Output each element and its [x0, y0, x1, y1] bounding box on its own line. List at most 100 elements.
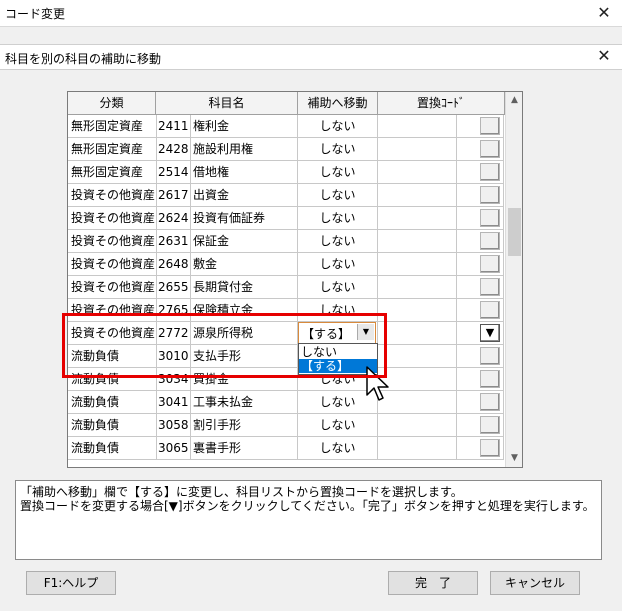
- replace-button-cell: [457, 207, 504, 230]
- close-icon[interactable]: ✕: [594, 3, 614, 23]
- replace-code-cell[interactable]: [378, 184, 457, 207]
- table-row[interactable]: 投資その他資産 2648 敷金 しない: [68, 253, 504, 276]
- chevron-down-icon[interactable]: ▼: [506, 450, 522, 467]
- category-cell: 投資その他資産: [68, 184, 157, 207]
- category-cell: 投資その他資産: [68, 230, 157, 253]
- replace-code-button[interactable]: [480, 416, 500, 434]
- close-icon[interactable]: ✕: [594, 46, 614, 66]
- replace-code-button[interactable]: [480, 301, 500, 319]
- category-cell: 投資その他資産: [68, 253, 157, 276]
- help-button[interactable]: F1:ヘルプ: [26, 571, 116, 595]
- account-name-cell: 施設利用権: [191, 138, 298, 161]
- account-name-cell: 割引手形: [191, 414, 298, 437]
- header-account-name[interactable]: 科目名: [156, 92, 298, 115]
- replace-code-button[interactable]: [480, 439, 500, 457]
- category-cell: 無形固定資産: [68, 138, 157, 161]
- account-name-cell: 保証金: [191, 230, 298, 253]
- move-cell[interactable]: しない: [298, 276, 378, 299]
- account-grid: 分類 科目名 補助へ移動 置換ｺｰﾄﾞ 無形固定資産 2411 権利金 しない 無形固定…: [67, 91, 523, 468]
- replace-code-button[interactable]: [480, 209, 500, 227]
- category-cell: 無形固定資産: [68, 161, 157, 184]
- table-row[interactable]: 流動負債 3058 割引手形 しない: [68, 414, 504, 437]
- replace-code-button[interactable]: [480, 117, 500, 135]
- replace-code-cell[interactable]: [378, 345, 457, 368]
- replace-code-button[interactable]: [480, 347, 500, 365]
- replace-button-cell: [457, 161, 504, 184]
- account-name-cell: 長期貸付金: [191, 276, 298, 299]
- replace-code-cell[interactable]: [378, 322, 457, 345]
- replace-code-cell[interactable]: [378, 138, 457, 161]
- replace-code-cell[interactable]: [378, 207, 457, 230]
- replace-code-button[interactable]: [480, 163, 500, 181]
- dialog-title: 科目を別の科目の補助に移動: [5, 52, 162, 66]
- replace-code-cell[interactable]: [378, 414, 457, 437]
- category-cell: 流動負債: [68, 414, 157, 437]
- replace-button-cell: [457, 368, 504, 391]
- code-cell: 2514: [156, 161, 191, 184]
- header-move-to-sub[interactable]: 補助へ移動: [298, 92, 378, 115]
- move-cell[interactable]: しない: [298, 437, 378, 460]
- cancel-button[interactable]: キャンセル: [490, 571, 580, 595]
- replace-code-cell[interactable]: [378, 299, 457, 322]
- header-replace-code[interactable]: 置換ｺｰﾄﾞ: [378, 92, 505, 115]
- code-cell: 2428: [156, 138, 191, 161]
- move-cell[interactable]: しない: [298, 161, 378, 184]
- code-cell: 2411: [156, 115, 191, 138]
- move-cell[interactable]: しない: [298, 115, 378, 138]
- replace-code-button[interactable]: [480, 140, 500, 158]
- code-cell: 2617: [156, 184, 191, 207]
- table-row[interactable]: 投資その他資産 2655 長期貸付金 しない: [68, 276, 504, 299]
- replace-button-cell: [457, 437, 504, 460]
- move-cell[interactable]: しない: [298, 138, 378, 161]
- replace-button-cell: ▼: [457, 322, 504, 345]
- replace-button-cell: [457, 299, 504, 322]
- replace-code-cell[interactable]: [378, 437, 457, 460]
- replace-code-cell[interactable]: [378, 276, 457, 299]
- grid-scrollbar[interactable]: ▲ ▼: [505, 92, 522, 467]
- replace-code-button[interactable]: [480, 255, 500, 273]
- dialog-titlebar: 科目を別の科目の補助に移動 ✕: [0, 44, 622, 70]
- window-titlebar: コード変更 ✕: [0, 0, 622, 27]
- category-cell: 流動負債: [68, 391, 157, 414]
- account-name-cell: 敷金: [191, 253, 298, 276]
- done-button[interactable]: 完 了: [388, 571, 478, 595]
- table-row[interactable]: 無形固定資産 2428 施設利用権 しない: [68, 138, 504, 161]
- table-row[interactable]: 投資その他資産 2631 保証金 しない: [68, 230, 504, 253]
- move-cell[interactable]: しない: [298, 414, 378, 437]
- category-cell: 投資その他資産: [68, 276, 157, 299]
- code-cell: 3058: [156, 414, 191, 437]
- table-row[interactable]: 流動負債 3065 裏書手形 しない: [68, 437, 504, 460]
- header-category[interactable]: 分類: [68, 92, 156, 115]
- account-name-cell: 工事未払金: [191, 391, 298, 414]
- account-name-cell: 投資有価証券: [191, 207, 298, 230]
- move-cell[interactable]: しない: [298, 253, 378, 276]
- table-row[interactable]: 流動負債 3041 工事未払金 しない: [68, 391, 504, 414]
- table-row[interactable]: 無形固定資産 2411 権利金 しない: [68, 115, 504, 138]
- move-cell[interactable]: しない: [298, 184, 378, 207]
- replace-button-cell: [457, 184, 504, 207]
- account-name-cell: 出資金: [191, 184, 298, 207]
- replace-code-button[interactable]: [480, 393, 500, 411]
- table-row[interactable]: 投資その他資産 2624 投資有価証券 しない: [68, 207, 504, 230]
- move-cell[interactable]: しない: [298, 230, 378, 253]
- replace-button-cell: [457, 253, 504, 276]
- replace-code-cell[interactable]: [378, 161, 457, 184]
- account-name-cell: 裏書手形: [191, 437, 298, 460]
- category-cell: 流動負債: [68, 437, 157, 460]
- table-row[interactable]: 無形固定資産 2514 借地権 しない: [68, 161, 504, 184]
- replace-code-cell[interactable]: [378, 253, 457, 276]
- replace-code-button[interactable]: [480, 278, 500, 296]
- category-cell: 無形固定資産: [68, 115, 157, 138]
- replace-code-button[interactable]: [480, 370, 500, 388]
- table-row[interactable]: 投資その他資産 2617 出資金 しない: [68, 184, 504, 207]
- replace-code-dropdown-button[interactable]: ▼: [480, 324, 500, 342]
- replace-code-button[interactable]: [480, 232, 500, 250]
- move-cell[interactable]: しない: [298, 207, 378, 230]
- replace-code-cell[interactable]: [378, 115, 457, 138]
- replace-code-cell[interactable]: [378, 230, 457, 253]
- code-cell: 2624: [156, 207, 191, 230]
- chevron-up-icon[interactable]: ▲: [506, 92, 522, 109]
- replace-code-button[interactable]: [480, 186, 500, 204]
- replace-button-cell: [457, 138, 504, 161]
- scroll-thumb[interactable]: [508, 208, 521, 256]
